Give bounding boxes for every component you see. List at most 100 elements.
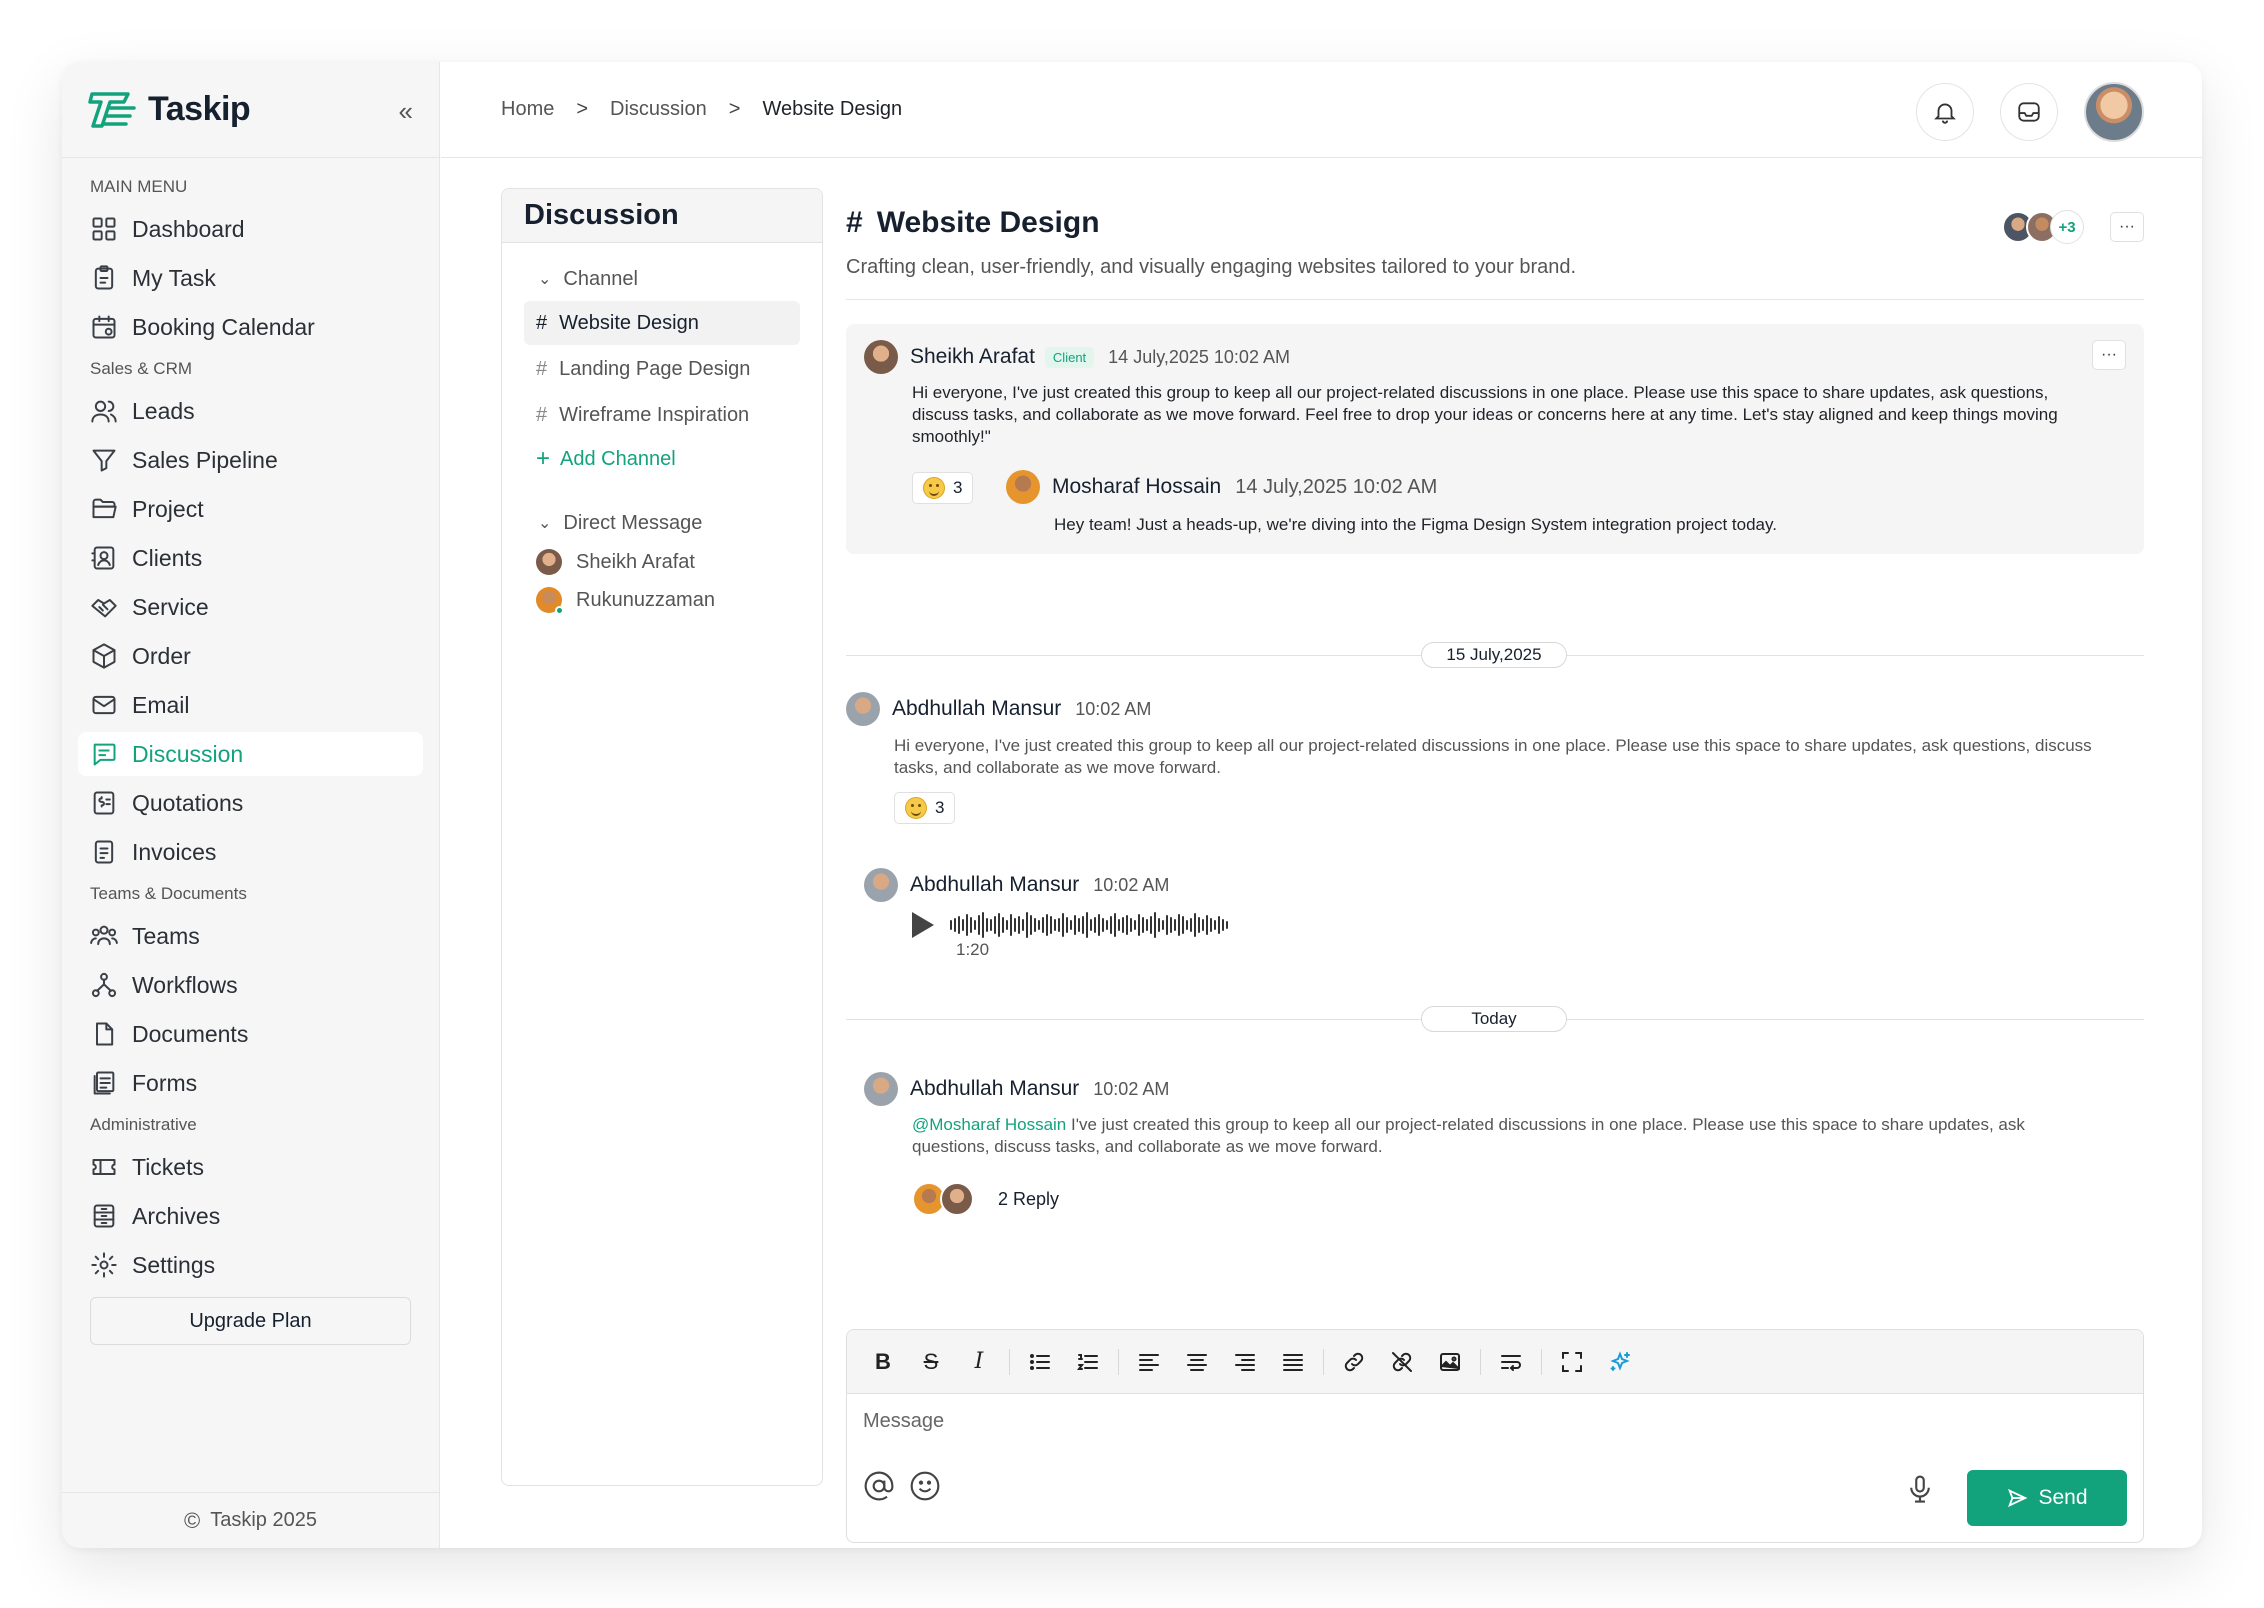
- channel-group-toggle[interactable]: ⌄ Channel: [502, 259, 822, 299]
- inbox-button[interactable]: [2000, 83, 2058, 141]
- filter-icon: [92, 449, 116, 472]
- waveform-bar: [1162, 920, 1164, 930]
- bullet-list-button[interactable]: [1020, 1342, 1060, 1382]
- message-text: Hey team! Just a heads-up, we're diving …: [1054, 515, 1777, 534]
- channel-item-website-design[interactable]: # Website Design: [524, 301, 800, 345]
- sidebar-item-discussion[interactable]: Discussion: [78, 732, 423, 776]
- sidebar-item-clients[interactable]: Clients: [78, 536, 423, 580]
- link-button[interactable]: [1334, 1342, 1374, 1382]
- breadcrumb-home[interactable]: Home: [501, 98, 554, 121]
- sidebar-item-forms[interactable]: Forms: [78, 1061, 423, 1105]
- reaction-chip[interactable]: 3: [894, 792, 956, 824]
- sidebar-item-order[interactable]: Order: [78, 634, 423, 678]
- hash-icon: #: [536, 311, 548, 334]
- waveform-bar: [986, 918, 988, 932]
- user-avatar[interactable]: [2084, 82, 2144, 142]
- align-right-button[interactable]: [1225, 1342, 1265, 1382]
- hash-icon: #: [846, 206, 863, 239]
- bold-button[interactable]: B: [863, 1342, 903, 1382]
- mention-icon[interactable]: [863, 1470, 895, 1502]
- gear-icon: [91, 1252, 117, 1278]
- sidebar-item-label: Service: [132, 593, 209, 620]
- strikethrough-button[interactable]: S: [911, 1342, 951, 1382]
- sidebar-item-dashboard[interactable]: Dashboard: [78, 207, 423, 251]
- add-channel-button[interactable]: + Add Channel: [524, 439, 800, 479]
- waveform-bar: [1102, 918, 1104, 932]
- align-left-button[interactable]: [1129, 1342, 1169, 1382]
- waveform-bar: [1106, 920, 1108, 930]
- reply-header: Mosharaf Hossain 14 July,2025 10:02 AM: [1006, 470, 1437, 504]
- sidebar-item-sales-pipeline[interactable]: Sales Pipeline: [78, 438, 423, 482]
- copyright: © Taskip 2025: [62, 1492, 439, 1548]
- emoji-icon[interactable]: [909, 1470, 941, 1502]
- message-more-button[interactable]: ···: [2092, 340, 2126, 370]
- text-wrap-button[interactable]: [1491, 1342, 1531, 1382]
- channel-item-wireframe-inspiration[interactable]: # Wireframe Inspiration: [524, 393, 800, 437]
- message-input[interactable]: Message: [863, 1410, 944, 1433]
- channel-item-landing-page-design[interactable]: # Landing Page Design: [524, 347, 800, 391]
- dm-item-rukunuzzaman[interactable]: Rukunuzzaman: [524, 581, 800, 619]
- play-icon[interactable]: [912, 912, 934, 938]
- message-text: @Mosharaf Hossain I've just created this…: [912, 1114, 2072, 1158]
- bell-icon: [1934, 103, 1956, 124]
- message-text: Hi everyone, I've just created this grou…: [912, 383, 2058, 446]
- numbered-list-button[interactable]: [1068, 1342, 1108, 1382]
- waveform-bar: [1010, 914, 1012, 936]
- sidebar-item-label: Workflows: [132, 971, 238, 998]
- sidebar-item-label: Dashboard: [132, 215, 245, 242]
- sidebar-item-my-task[interactable]: My Task: [78, 256, 423, 300]
- waveform-bar: [1146, 919, 1148, 931]
- sparkle-icon: [1610, 1350, 1630, 1371]
- clipboard-icon: [94, 265, 114, 290]
- sidebar-item-teams[interactable]: Teams: [78, 914, 423, 958]
- image-button[interactable]: [1430, 1342, 1470, 1382]
- waveform-bar: [1058, 918, 1060, 932]
- align-center-button[interactable]: [1177, 1342, 1217, 1382]
- ai-assist-button[interactable]: [1600, 1342, 1640, 1382]
- italic-button[interactable]: I: [959, 1342, 999, 1382]
- users-icon: [91, 400, 117, 423]
- sidebar-item-label: Sales Pipeline: [132, 446, 278, 473]
- notifications-button[interactable]: [1916, 83, 1974, 141]
- dm-group-toggle[interactable]: ⌄ Direct Message: [502, 503, 822, 543]
- sidebar-item-workflows[interactable]: Workflows: [78, 963, 423, 1007]
- reaction-chip[interactable]: 3: [912, 472, 974, 504]
- audio-waveform[interactable]: [950, 910, 1230, 940]
- unlink-button[interactable]: [1382, 1342, 1422, 1382]
- sidebar-item-documents[interactable]: Documents: [78, 1012, 423, 1056]
- breadcrumb-discussion[interactable]: Discussion: [610, 98, 707, 121]
- upgrade-plan-button[interactable]: Upgrade Plan: [90, 1297, 411, 1345]
- mention-link[interactable]: @Mosharaf Hossain: [912, 1115, 1066, 1134]
- voice-record-button[interactable]: [1905, 1474, 1935, 1509]
- sidebar-item-booking-calendar[interactable]: Booking Calendar: [78, 305, 423, 349]
- channel-more-button[interactable]: ···: [2110, 212, 2144, 242]
- sidebar-item-settings[interactable]: Settings: [78, 1243, 423, 1287]
- sidebar-item-archives[interactable]: Archives: [78, 1194, 423, 1238]
- dm-item-sheikh-arafat[interactable]: Sheikh Arafat: [524, 543, 800, 581]
- dm-name: Sheikh Arafat: [576, 550, 695, 573]
- discussion-main: # Website Design Crafting clean, user-fri…: [846, 188, 2144, 1543]
- fullscreen-button[interactable]: [1552, 1342, 1592, 1382]
- collapse-sidebar-button[interactable]: «: [399, 96, 413, 127]
- message-header: Sheikh Arafat Client 14 July,2025 10:02 …: [864, 340, 1290, 374]
- sidebar-item-invoices[interactable]: Invoices: [78, 830, 423, 874]
- avatar: [864, 1072, 898, 1106]
- waveform-bar: [1054, 919, 1056, 931]
- sidebar-item-quotations[interactable]: Quotations: [78, 781, 423, 825]
- replies-summary[interactable]: 2 Reply: [912, 1182, 1059, 1216]
- channel-members[interactable]: +3: [2002, 210, 2084, 244]
- message-author: Mosharaf Hossain: [1052, 475, 1222, 498]
- message-time: 10:02 AM: [1093, 1078, 1170, 1099]
- message-header: Abdhullah Mansur 10:02 AM: [864, 1072, 1169, 1106]
- date-pill: 15 July,2025: [1421, 642, 1567, 668]
- sidebar-item-service[interactable]: Service: [78, 585, 423, 629]
- channel-group-label: Channel: [563, 267, 638, 290]
- sidebar-item-email[interactable]: Email: [78, 683, 423, 727]
- sidebar-item-tickets[interactable]: Tickets: [78, 1145, 423, 1189]
- sidebar-item-project[interactable]: Project: [78, 487, 423, 531]
- sidebar-item-leads[interactable]: Leads: [78, 389, 423, 433]
- send-button[interactable]: Send: [1967, 1470, 2127, 1526]
- align-justify-button[interactable]: [1273, 1342, 1313, 1382]
- sidebar-item-label: Order: [132, 642, 191, 669]
- message-author: Abdhullah Mansur: [910, 1077, 1080, 1100]
